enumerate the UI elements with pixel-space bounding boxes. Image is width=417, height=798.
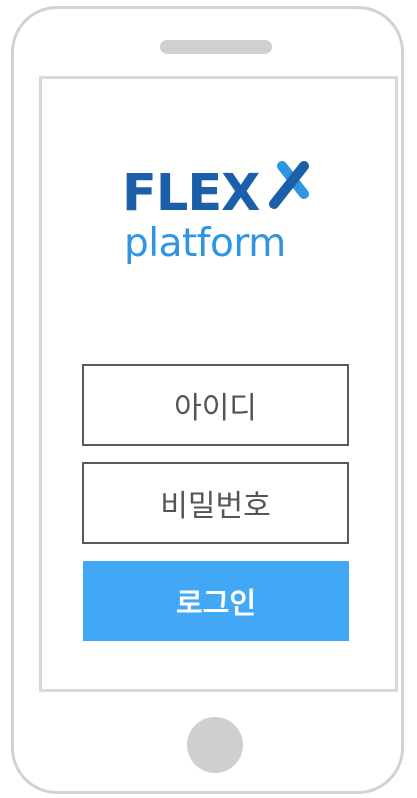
- id-input-placeholder: 아이디: [174, 391, 257, 426]
- login-button[interactable]: 로그인: [83, 561, 349, 641]
- password-input[interactable]: 비밀번호: [82, 462, 349, 544]
- logo-subtitle: platform: [124, 221, 286, 266]
- flex-platform-logo: FLEX platform: [122, 160, 312, 272]
- password-input-placeholder: 비밀번호: [160, 489, 271, 524]
- phone-speaker: [160, 40, 272, 54]
- id-input[interactable]: 아이디: [82, 364, 349, 446]
- logo-x-mark-icon: [269, 161, 309, 209]
- phone-home-button: [187, 717, 243, 773]
- login-button-label: 로그인: [175, 586, 257, 620]
- logo-wordmark: FLEX: [122, 164, 260, 223]
